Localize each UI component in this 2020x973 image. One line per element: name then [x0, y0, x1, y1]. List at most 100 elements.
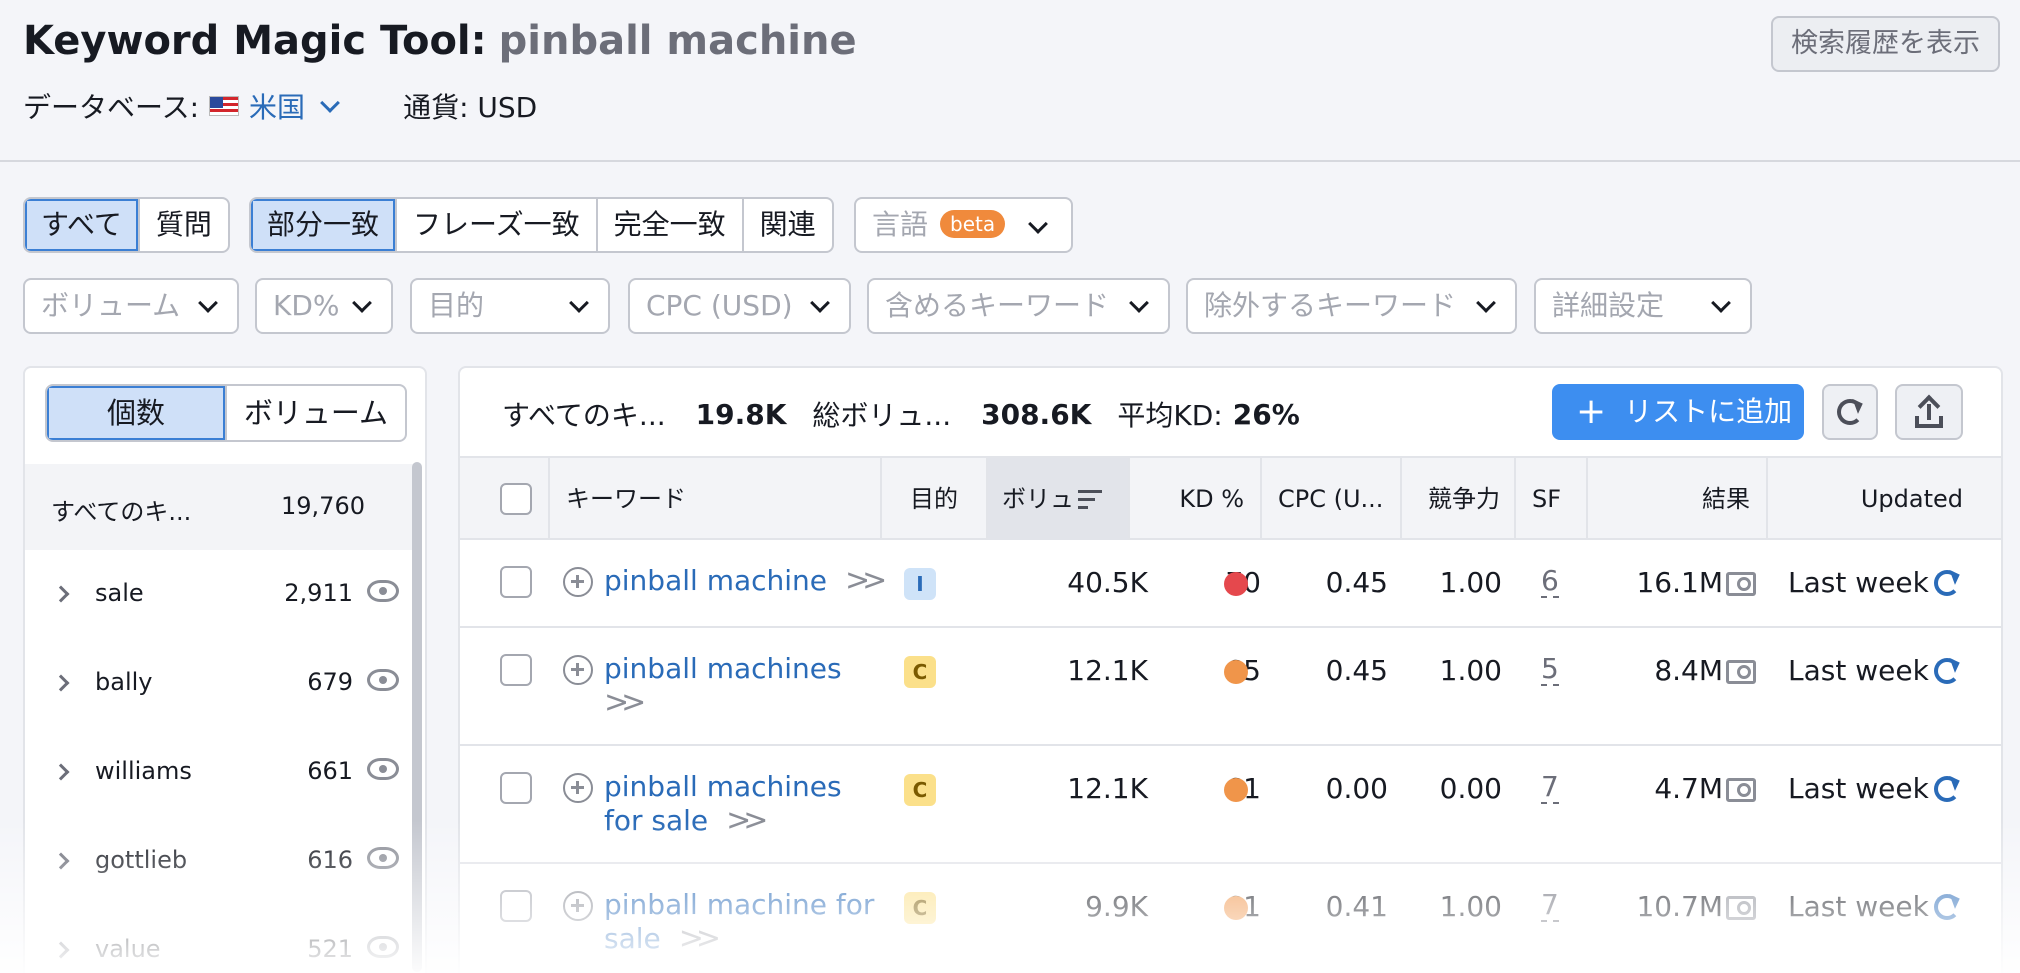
serp-preview-icon[interactable] — [1726, 778, 1756, 802]
keyword-type-tabs: すべて 質問 — [23, 197, 230, 253]
refresh-icon[interactable] — [1934, 894, 1960, 920]
add-keyword-icon[interactable] — [563, 891, 593, 921]
keyword-link[interactable]: pinball machines >> — [604, 652, 842, 720]
add-keyword-icon[interactable] — [563, 773, 593, 803]
tab-questions[interactable]: 質問 — [140, 199, 228, 251]
group-item[interactable]: gottlieb 616 — [25, 817, 415, 906]
double-chevron-icon[interactable]: >> — [845, 564, 887, 598]
column-results[interactable]: 結果 — [1586, 458, 1766, 540]
refresh-icon[interactable] — [1934, 776, 1960, 802]
search-history-button[interactable]: 検索履歴を表示 — [1771, 16, 2000, 72]
serp-features-count[interactable]: 5 — [1541, 654, 1559, 686]
intent-badge: I — [904, 568, 936, 600]
export-button[interactable] — [1895, 384, 1963, 440]
eye-icon[interactable] — [367, 847, 399, 869]
row-checkbox[interactable] — [500, 566, 532, 598]
double-chevron-icon[interactable]: >> — [604, 686, 646, 720]
keywords-summary: すべてのキ... 19.8K 総ボリュ... 308.6K 平均KD: 26% — [502, 394, 1300, 434]
column-competition[interactable]: 競争力 — [1400, 458, 1514, 540]
language-dropdown[interactable]: 言語 beta — [854, 197, 1073, 253]
keyword-text: pinball machine for — [604, 888, 875, 921]
volume-filter[interactable]: ボリューム — [23, 278, 239, 334]
serp-preview-icon[interactable] — [1726, 572, 1756, 596]
column-updated[interactable]: Updated — [1766, 458, 2001, 540]
keyword-link[interactable]: pinball machine for sale >> — [604, 888, 874, 956]
kd-filter[interactable]: KD% — [255, 278, 393, 334]
chevron-right-icon[interactable] — [52, 674, 70, 692]
column-cpc[interactable]: CPC (U... — [1260, 458, 1400, 540]
column-keyword[interactable]: キーワード — [548, 458, 880, 540]
refresh-button[interactable] — [1822, 384, 1878, 440]
avg-kd-value: 26% — [1232, 397, 1300, 431]
eye-icon[interactable] — [367, 936, 399, 958]
group-item[interactable]: bally 679 — [25, 639, 415, 728]
chevron-down-icon[interactable] — [320, 93, 340, 113]
add-keyword-icon[interactable] — [563, 655, 593, 685]
advanced-filters[interactable]: 詳細設定 — [1534, 278, 1752, 334]
page-header: Keyword Magic Tool: pinball machine 検索履歴を… — [0, 0, 2020, 162]
column-sf[interactable]: SF — [1514, 458, 1586, 540]
toggle-by-count[interactable]: 個数 — [47, 386, 225, 440]
tool-name: Keyword Magic Tool: — [23, 18, 487, 64]
chevron-right-icon[interactable] — [52, 941, 70, 959]
upload-icon — [1915, 394, 1945, 428]
tab-exact-match[interactable]: 完全一致 — [598, 199, 744, 251]
exclude-keywords-filter[interactable]: 除外するキーワード — [1186, 278, 1517, 334]
keyword-link[interactable]: pinball machine >> — [604, 564, 887, 598]
chevron-right-icon[interactable] — [52, 763, 70, 781]
refresh-icon — [1837, 399, 1863, 425]
row-checkbox[interactable] — [500, 654, 532, 686]
tab-all[interactable]: すべて — [25, 199, 140, 251]
group-item[interactable]: williams 661 — [25, 728, 415, 817]
serp-preview-icon[interactable] — [1726, 660, 1756, 684]
beta-badge: beta — [940, 210, 1006, 238]
add-keyword-icon[interactable] — [563, 567, 593, 597]
select-all-checkbox[interactable] — [500, 483, 532, 515]
eye-icon[interactable] — [367, 669, 399, 691]
volume-value: 40.5K — [1067, 566, 1148, 599]
cpc-filter[interactable]: CPC (USD) — [628, 278, 851, 334]
add-to-list-button[interactable]: + リストに追加 — [1552, 384, 1804, 440]
table-row: pinball machine>> I 40.5K 70 0.45 1.00 6… — [460, 540, 2001, 628]
chevron-right-icon[interactable] — [52, 852, 70, 870]
keywords-table-panel: すべてのキ... 19.8K 総ボリュ... 308.6K 平均KD: 26% … — [458, 366, 2003, 973]
toggle-by-volume[interactable]: ボリューム — [225, 386, 405, 440]
eye-icon[interactable] — [367, 758, 399, 780]
include-keywords-filter[interactable]: 含めるキーワード — [867, 278, 1170, 334]
tab-phrase-match[interactable]: フレーズ一致 — [397, 199, 598, 251]
currency-label: 通貨: USD — [403, 91, 538, 124]
group-item[interactable]: sale 2,911 — [25, 550, 415, 639]
group-count: 616 — [307, 846, 353, 874]
double-chevron-icon[interactable]: >> — [679, 922, 721, 956]
tab-broad-match[interactable]: 部分一致 — [251, 199, 398, 251]
row-checkbox[interactable] — [500, 890, 532, 922]
group-count: 2,911 — [284, 579, 353, 607]
serp-features-count[interactable]: 7 — [1541, 890, 1559, 922]
column-intent[interactable]: 目的 — [880, 458, 986, 540]
exclude-filter-label: 除外するキーワード — [1204, 289, 1457, 322]
serp-features-count[interactable]: 6 — [1541, 566, 1559, 598]
avg-kd-label: 平均KD: — [1117, 399, 1223, 432]
group-all-keywords[interactable]: すべてのキ... 19,760 — [25, 464, 415, 550]
chevron-down-icon — [352, 293, 372, 313]
refresh-icon[interactable] — [1934, 658, 1960, 684]
kd-medium-indicator — [1224, 896, 1248, 920]
keyword-link[interactable]: pinball machines for sale >> — [604, 770, 842, 838]
serp-features-count[interactable]: 7 — [1541, 772, 1559, 804]
eye-icon[interactable] — [367, 580, 399, 602]
tab-related[interactable]: 関連 — [744, 199, 832, 251]
chevron-right-icon[interactable] — [52, 585, 70, 603]
group-name: value — [95, 935, 161, 963]
keyword-text: pinball machines — [604, 652, 842, 685]
refresh-icon[interactable] — [1934, 570, 1960, 596]
intent-filter[interactable]: 目的 — [410, 278, 610, 334]
group-item[interactable]: value 521 — [25, 906, 415, 973]
serp-preview-icon[interactable] — [1726, 896, 1756, 920]
column-volume[interactable]: ボリュ — [986, 458, 1128, 540]
database-country-selector[interactable]: 米国 — [249, 86, 305, 126]
language-label: 言語 — [872, 208, 929, 241]
row-checkbox[interactable] — [500, 772, 532, 804]
groups-scrollbar[interactable] — [412, 462, 422, 972]
column-kd[interactable]: KD % — [1128, 458, 1260, 540]
double-chevron-icon[interactable]: >> — [726, 804, 768, 838]
